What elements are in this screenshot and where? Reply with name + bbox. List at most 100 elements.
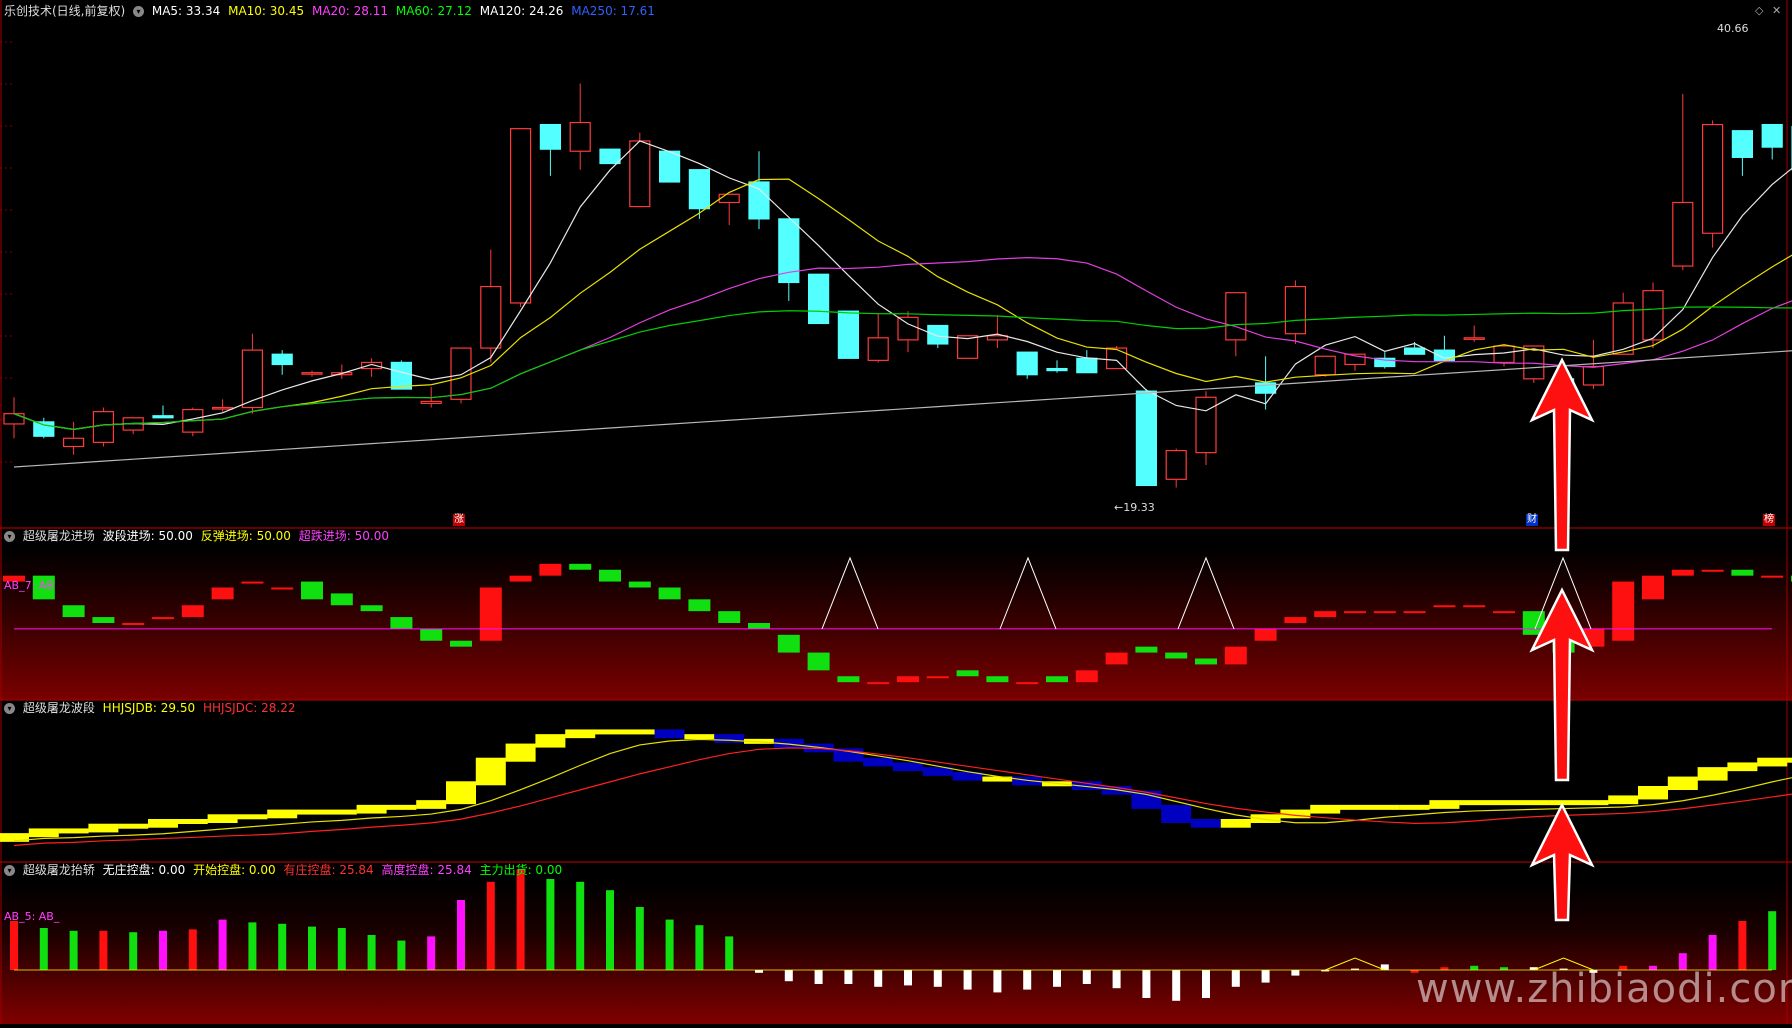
band-step xyxy=(1459,800,1490,806)
control-bar xyxy=(755,970,763,973)
candlestick xyxy=(1046,367,1068,372)
band-step xyxy=(893,762,923,772)
control-bar xyxy=(1202,970,1210,998)
candlestick xyxy=(539,123,562,150)
control-bar xyxy=(695,925,704,970)
entry-bar xyxy=(1165,652,1188,659)
entry-bar xyxy=(360,605,383,612)
control-bar xyxy=(1112,970,1121,989)
candlestick xyxy=(301,372,323,375)
control-bar xyxy=(933,970,942,987)
panel4-toggle-icon[interactable]: ▾ xyxy=(4,865,15,876)
band-step xyxy=(148,819,178,828)
control-bar xyxy=(1291,970,1300,976)
panel3-toggle-icon[interactable]: ▾ xyxy=(4,703,15,714)
signal-marker: 涨 xyxy=(453,514,465,526)
ma120-label: MA120: 24.26 xyxy=(479,4,564,18)
entry-bar xyxy=(748,623,770,629)
panel4-item-4: 高度控盘: 25.84 xyxy=(381,863,472,877)
entry-bar xyxy=(539,563,562,576)
band-step xyxy=(88,823,119,833)
panel2-item-1: 波段进场: 50.00 xyxy=(102,529,193,543)
entry-bar xyxy=(1433,605,1456,608)
band-step xyxy=(297,809,327,815)
candlestick xyxy=(480,285,502,349)
band-step xyxy=(1578,800,1609,806)
band-step xyxy=(326,809,357,815)
main-chart-header: 乐创技术(日线,前复权) ▾ MA5: 33.34 MA10: 30.45 MA… xyxy=(4,3,659,19)
entry-bar xyxy=(1284,617,1307,623)
high-price-label: 40.66 xyxy=(1717,22,1749,35)
candlestick xyxy=(420,400,442,405)
control-bar xyxy=(218,919,227,970)
panel3-item-2: HHJSJDC: 28.22 xyxy=(202,701,296,715)
band-step xyxy=(1667,776,1698,790)
control-bar xyxy=(159,930,167,970)
candlestick xyxy=(1701,123,1724,234)
band-step xyxy=(595,729,625,735)
band-step xyxy=(386,804,417,810)
ma60-label: MA60: 27.12 xyxy=(395,4,472,18)
panel2-header: ▾ 超级屠龙进场 波段进场: 50.00 反弹进场: 50.00 超跌进场: 5… xyxy=(4,528,393,544)
entry-bar xyxy=(241,581,264,584)
band-step xyxy=(1489,800,1519,806)
entry-bar xyxy=(330,593,353,606)
candlestick xyxy=(867,337,889,361)
panel2-toggle-icon[interactable]: ▾ xyxy=(4,531,15,542)
panel2-item-3: 超跌进场: 50.00 xyxy=(298,529,389,543)
candlestick xyxy=(1076,357,1098,374)
candlestick xyxy=(1284,285,1307,335)
control-bar xyxy=(1142,970,1151,998)
control-bar xyxy=(546,879,555,970)
band-step xyxy=(624,729,655,735)
band-step xyxy=(475,757,506,786)
entry-bar xyxy=(658,587,681,600)
panel4-item-2: 开始控盘: 0.00 xyxy=(193,863,276,877)
low-price-label: ←19.33 xyxy=(1114,501,1155,514)
band-step xyxy=(1250,814,1281,823)
up-arrow-annotation xyxy=(1529,357,1595,552)
control-bar xyxy=(278,923,287,970)
candlestick xyxy=(1761,123,1783,148)
entry-bar xyxy=(837,676,860,683)
entry-bar xyxy=(1671,569,1694,576)
candlestick xyxy=(807,273,830,325)
entry-bar xyxy=(1135,646,1158,653)
candlestick xyxy=(1731,130,1754,158)
band-step xyxy=(565,729,596,739)
band-step xyxy=(1191,819,1221,828)
entry-bar xyxy=(271,587,294,590)
control-bar xyxy=(69,930,78,970)
settings-diamond-icon[interactable]: ◇ xyxy=(1755,4,1763,17)
entry-bar xyxy=(867,682,890,685)
band-step xyxy=(177,819,208,824)
band-step xyxy=(1608,795,1639,805)
close-icon[interactable]: ✕ xyxy=(1772,4,1781,17)
entry-bar xyxy=(807,652,830,671)
band-step xyxy=(1429,800,1460,809)
entry-bar xyxy=(92,617,115,623)
candlestick xyxy=(1642,290,1664,341)
entry-bar xyxy=(1105,652,1128,665)
entry-bar xyxy=(1224,646,1247,665)
band-step xyxy=(1220,819,1251,828)
control-bar xyxy=(904,970,912,986)
control-bar xyxy=(427,936,436,970)
watermark: www.zhibiaodi.com xyxy=(1416,966,1792,1012)
entry-bar xyxy=(986,676,1009,683)
band-step xyxy=(207,814,238,823)
entry-bar xyxy=(718,611,741,623)
entry-bar xyxy=(1612,581,1635,641)
band-step xyxy=(1399,804,1430,810)
ma250-label: MA250: 17.61 xyxy=(571,4,655,18)
ma10-label: MA10: 30.45 xyxy=(228,4,305,18)
panel3-title: 超级屠龙波段 xyxy=(22,701,95,715)
ma10-line xyxy=(13,178,1792,431)
ma20-label: MA20: 28.11 xyxy=(311,4,389,18)
entry-bar xyxy=(569,563,592,570)
candlestick xyxy=(658,150,681,183)
indicator-toggle-icon[interactable]: ▾ xyxy=(133,6,145,17)
band-step xyxy=(1518,800,1549,806)
entry-bar xyxy=(390,617,413,629)
panel4-item-1: 无庄控盘: 0.00 xyxy=(102,863,186,877)
